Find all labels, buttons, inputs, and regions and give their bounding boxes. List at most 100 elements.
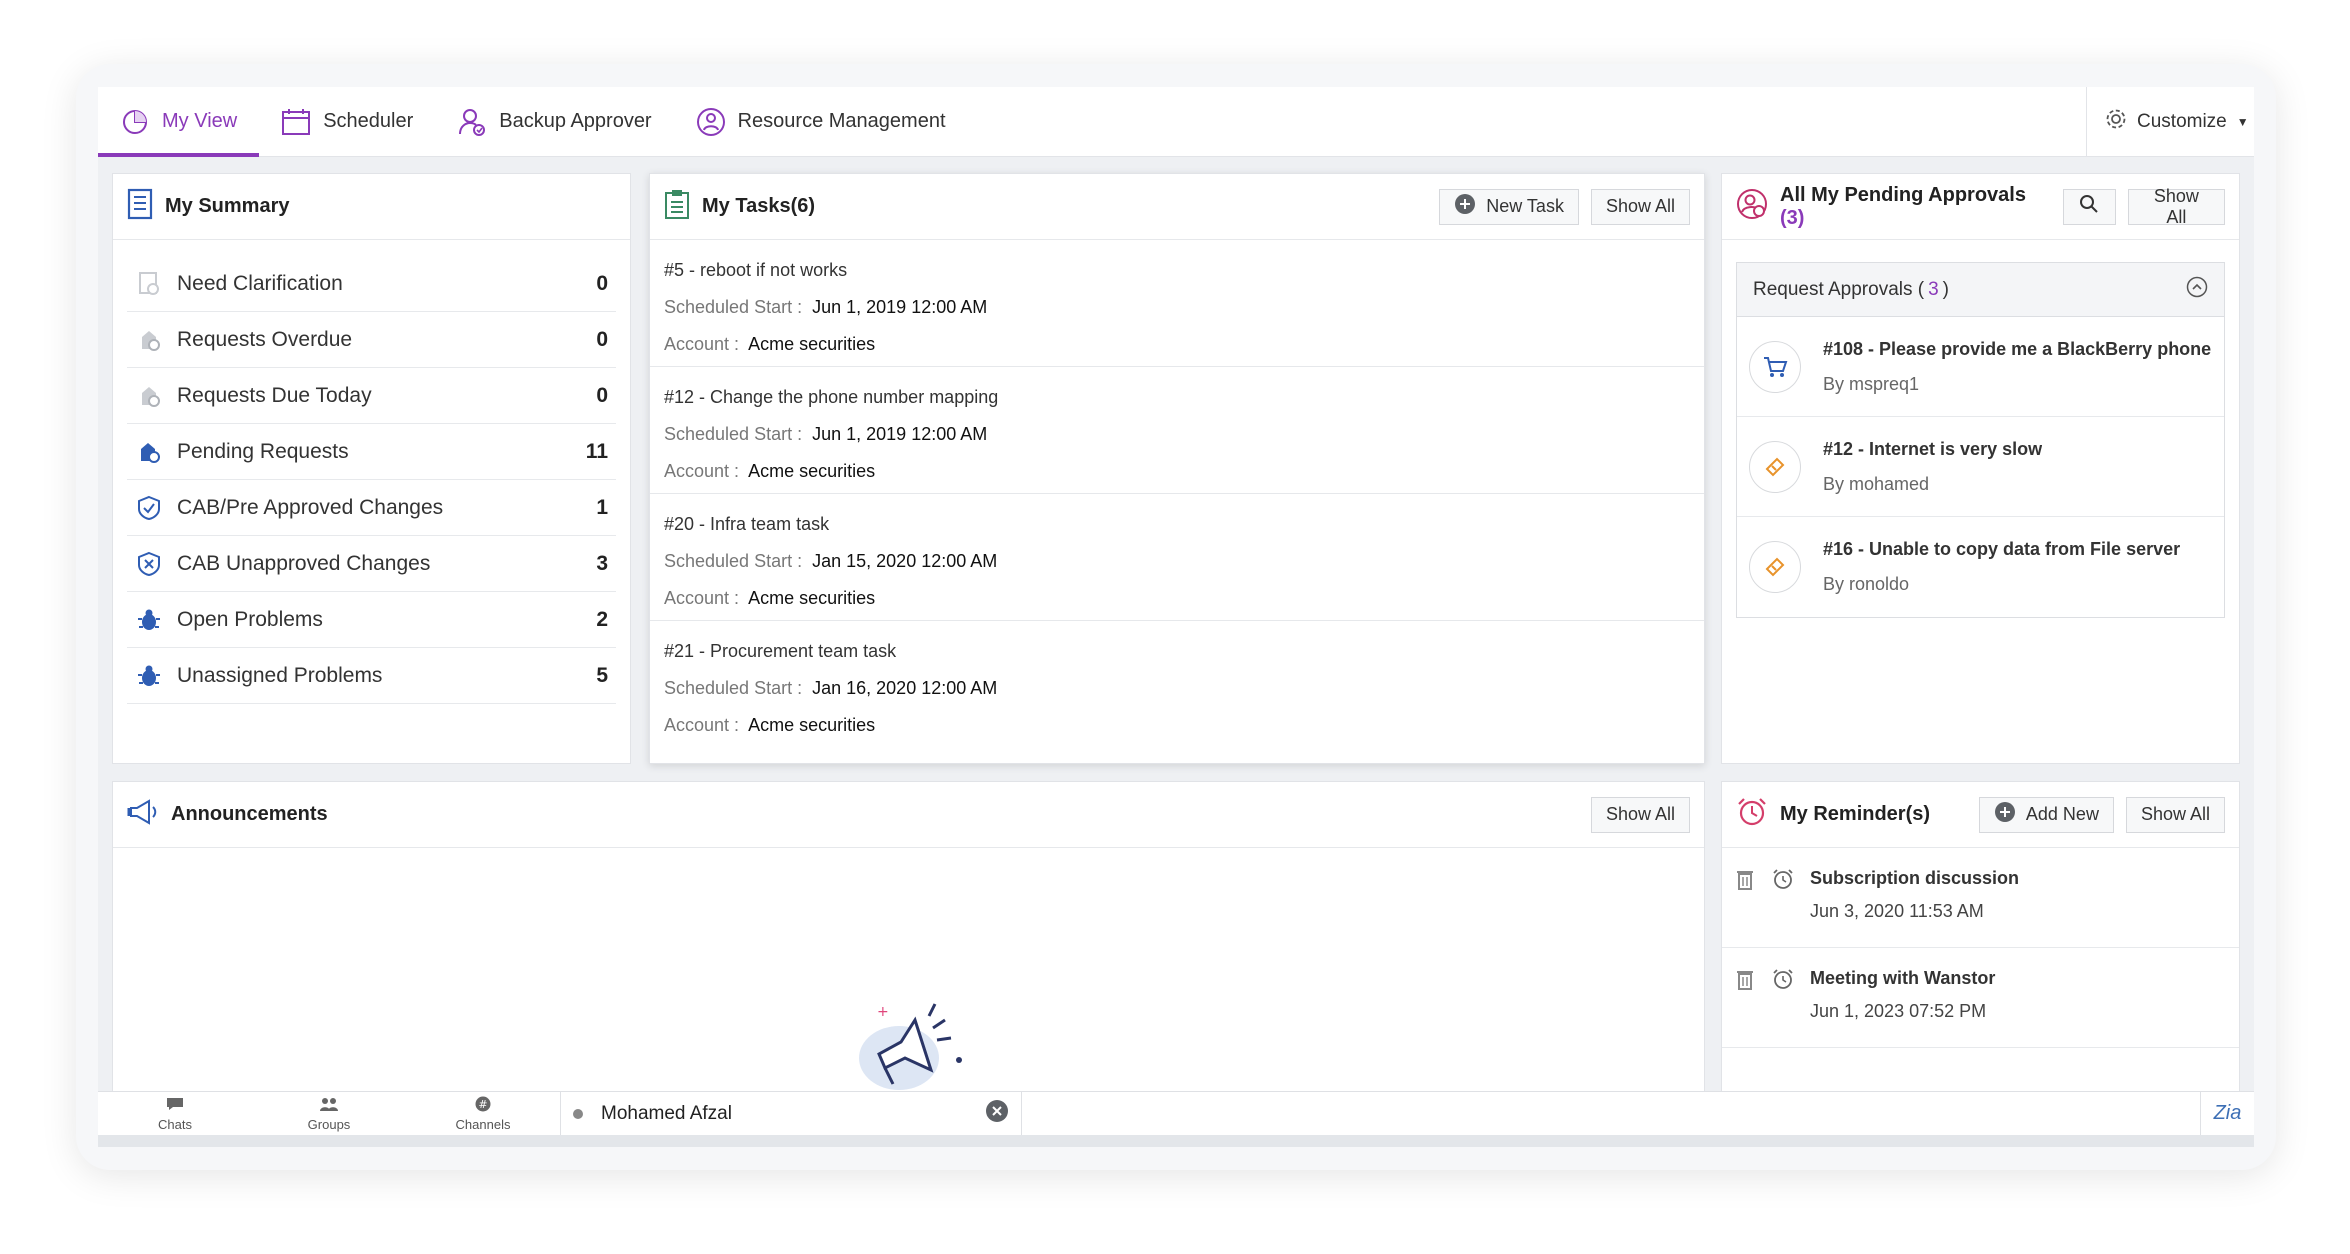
group-icon: [319, 1096, 339, 1115]
panel-title: All My Pending Approvals (3): [1780, 184, 2051, 230]
summary-row-unassigned-problems[interactable]: Unassigned Problems 5: [127, 648, 616, 704]
hash-icon: #: [475, 1096, 491, 1115]
zia-button[interactable]: Zia: [2200, 1092, 2254, 1135]
chat-bubble-icon: [165, 1096, 185, 1115]
account-label: Account :: [664, 461, 740, 481]
scheduled-value: Jun 1, 2019 12:00 AM: [812, 297, 988, 317]
trash-icon[interactable]: [1736, 868, 1754, 947]
tab-backup-approver[interactable]: Backup Approver: [435, 87, 673, 156]
panel-header: My Summary: [113, 174, 630, 240]
panel-header: My Reminder(s) Add New Show All: [1722, 782, 2239, 848]
summary-label: Requests Overdue: [177, 327, 353, 351]
user-check-icon: [457, 107, 487, 137]
reminder-item: Meeting with Wanstor Jun 1, 2023 07:52 P…: [1722, 948, 2239, 1048]
request-approvals-group: Request Approvals ( 3 ) #108 - Please pr…: [1736, 262, 2225, 618]
search-button[interactable]: [2062, 188, 2116, 225]
announcements-show-all-button[interactable]: Show All: [1590, 796, 1690, 833]
task-item[interactable]: #20 - Infra team task Scheduled Start : …: [650, 494, 1704, 621]
pending-icon: [135, 438, 163, 466]
summary-list: Need Clarification 0 Requests Overdue 0 …: [113, 240, 630, 704]
trash-icon[interactable]: [1736, 968, 1754, 1047]
task-title[interactable]: #20 - Infra team task: [664, 506, 1690, 543]
panel-title: My Summary: [165, 195, 290, 217]
reminders-show-all-button[interactable]: Show All: [2125, 796, 2225, 833]
chevron-up-icon[interactable]: [2186, 276, 2208, 304]
calendar-icon: [281, 107, 311, 137]
open-chat-tab[interactable]: Mohamed Afzal: [560, 1092, 1022, 1135]
approval-item[interactable]: #12 - Internet is very slow By mohamed: [1737, 417, 2224, 517]
request-approvals-header[interactable]: Request Approvals ( 3 ): [1737, 263, 2224, 317]
summary-row-need-clarification[interactable]: Need Clarification 0: [127, 256, 616, 312]
approval-title: #16 - Unable to copy data from File serv…: [1823, 539, 2181, 559]
chat-user-name: Mohamed Afzal: [601, 1102, 732, 1124]
status-dot-icon: [573, 1108, 583, 1119]
my-tasks-panel: My Tasks(6) New Task Show All #5 - reboo…: [649, 173, 1705, 764]
scheduled-label: Scheduled Start :: [664, 424, 803, 444]
task-title[interactable]: #5 - reboot if not works: [664, 252, 1690, 289]
pending-approvals-panel: All My Pending Approvals (3) Show All Re…: [1721, 173, 2240, 764]
approval-by: By mspreq1: [1823, 373, 1920, 394]
new-task-label: New Task: [1486, 196, 1564, 216]
alarm-icon: [1772, 968, 1794, 1047]
summary-row-cab-unapproved[interactable]: CAB Unapproved Changes 3: [127, 536, 616, 592]
reminder-title[interactable]: Subscription discussion: [1810, 868, 2019, 889]
channels-button[interactable]: # Channels: [406, 1092, 560, 1135]
unapproved-change-icon: [135, 550, 163, 578]
summary-label: Pending Requests: [177, 439, 349, 463]
plus-circle-icon: [1454, 193, 1476, 220]
gear-icon: [2105, 108, 2127, 136]
groups-button[interactable]: Groups: [252, 1092, 406, 1135]
summary-label: CAB Unapproved Changes: [177, 551, 431, 575]
approval-item[interactable]: #16 - Unable to copy data from File serv…: [1737, 517, 2224, 617]
summary-row-pending-requests[interactable]: Pending Requests 11: [127, 424, 616, 480]
task-list: #5 - reboot if not works Scheduled Start…: [650, 240, 1704, 748]
plus-circle-icon: [1994, 801, 2016, 828]
approved-change-icon: [135, 494, 163, 522]
close-icon[interactable]: [985, 1099, 1009, 1129]
approval-item[interactable]: #108 - Please provide me a BlackBerry ph…: [1737, 317, 2224, 417]
my-summary-panel: My Summary Need Clarification 0 Requests…: [112, 173, 631, 764]
group-close: ): [1942, 278, 1949, 300]
tasks-show-all-button[interactable]: Show All: [1590, 188, 1690, 225]
top-nav: My View Scheduler Backup Approver Resour…: [98, 87, 2254, 157]
scheduled-value: Jun 1, 2019 12:00 AM: [812, 424, 988, 444]
task-item[interactable]: #5 - reboot if not works Scheduled Start…: [650, 240, 1704, 367]
task-item[interactable]: #12 - Change the phone number mapping Sc…: [650, 367, 1704, 494]
summary-row-cab-pre-approved[interactable]: CAB/Pre Approved Changes 1: [127, 480, 616, 536]
add-reminder-button[interactable]: Add New: [1978, 796, 2114, 833]
tab-scheduler[interactable]: Scheduler: [259, 87, 435, 156]
task-title[interactable]: #21 - Procurement team task: [664, 633, 1690, 670]
chats-button[interactable]: Chats: [98, 1092, 252, 1135]
scheduled-label: Scheduled Start :: [664, 297, 803, 317]
chats-label: Chats: [158, 1116, 192, 1132]
task-title[interactable]: #12 - Change the phone number mapping: [664, 379, 1690, 416]
tab-resource-management[interactable]: Resource Management: [674, 87, 968, 156]
bug-icon: [135, 606, 163, 634]
approvals-count: (3): [1780, 206, 1805, 229]
approval-by: By ronoldo: [1823, 574, 1910, 594]
summary-row-open-problems[interactable]: Open Problems 2: [127, 592, 616, 648]
tab-label: Resource Management: [737, 110, 946, 132]
tab-my-view[interactable]: My View: [98, 87, 260, 157]
new-task-button[interactable]: New Task: [1439, 188, 1579, 225]
summary-row-requests-overdue[interactable]: Requests Overdue 0: [127, 312, 616, 368]
summary-count: 5: [596, 663, 608, 687]
customize-button[interactable]: Customize ▼: [2086, 87, 2254, 156]
bug-icon: [135, 662, 163, 690]
reminder-title[interactable]: Meeting with Wanstor: [1810, 968, 1995, 989]
summary-count: 3: [596, 551, 608, 575]
approval-by: By mohamed: [1823, 473, 1930, 494]
reminder-item: Subscription discussion Jun 3, 2020 11:5…: [1722, 848, 2239, 948]
account-label: Account :: [664, 588, 740, 608]
panel-title: Announcements: [171, 803, 328, 825]
summary-label: Need Clarification: [177, 271, 343, 295]
summary-label: Unassigned Problems: [177, 663, 383, 687]
ticket-icon: [1749, 440, 1801, 493]
tab-label: My View: [162, 110, 238, 132]
panel-title: My Reminder(s): [1780, 803, 1931, 825]
approval-title: #108 - Please provide me a BlackBerry ph…: [1823, 338, 2212, 359]
account-value: Acme securities: [748, 334, 876, 354]
approvals-show-all-button[interactable]: Show All: [2127, 186, 2225, 227]
summary-row-requests-due-today[interactable]: Requests Due Today 0: [127, 368, 616, 424]
task-item[interactable]: #21 - Procurement team task Scheduled St…: [650, 621, 1704, 748]
